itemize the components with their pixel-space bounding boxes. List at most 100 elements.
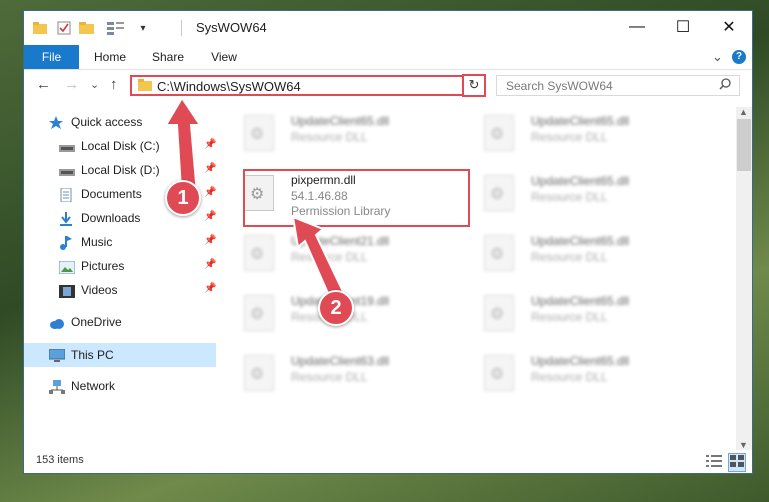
scroll-down-icon[interactable]: ▼: [739, 440, 748, 450]
explorer-window: ▾ SysWOW64 — ☐ ✕ File Home Share View ⌄ …: [24, 11, 752, 473]
dll-file-icon: [244, 295, 274, 331]
file-description: Resource DLL: [531, 370, 608, 384]
sidebar-item-network[interactable]: Network: [49, 375, 115, 397]
file-item[interactable]: UpdateClient65.dll Resource DLL: [220, 109, 450, 161]
file-name: UpdateClient65.dll: [531, 174, 630, 188]
downloads-icon: [59, 211, 75, 226]
file-description: Resource DLL: [291, 370, 368, 384]
forward-button[interactable]: →: [64, 76, 79, 93]
sidebar-item-pictures[interactable]: Pictures: [58, 255, 125, 277]
address-path[interactable]: C:\Windows\SysWOW64: [157, 79, 301, 94]
scroll-up-icon[interactable]: ▲: [739, 107, 748, 117]
up-button[interactable]: ↑: [110, 76, 118, 93]
sidebar-item-label: Downloads: [81, 211, 141, 225]
minimize-button[interactable]: —: [614, 11, 660, 43]
dll-file-icon: [484, 295, 514, 331]
maximize-button[interactable]: ☐: [660, 11, 706, 43]
title-separator: [181, 20, 182, 36]
dll-file-icon: [244, 355, 274, 391]
folder-icon: [33, 19, 47, 37]
file-description: Resource DLL: [531, 130, 608, 144]
sidebar-item-quick-access[interactable]: Quick access: [49, 111, 142, 133]
new-folder-icon[interactable]: [79, 19, 95, 37]
file-name: UpdateClient65.dll: [531, 294, 630, 308]
sidebar-item-local-disk-d[interactable]: Local Disk (D:): [59, 159, 160, 181]
sidebar-item-music[interactable]: Music: [59, 231, 112, 253]
file-description: Resource DLL: [531, 310, 608, 324]
item-count: 153 items: [36, 454, 84, 466]
search-icon[interactable]: [719, 78, 731, 93]
dll-file-icon: [244, 115, 274, 151]
sidebar-item-label: This PC: [71, 348, 114, 362]
drive-icon: [59, 163, 75, 177]
file-name: UpdateClient65.dll: [291, 114, 390, 128]
details-view-icon[interactable]: [706, 454, 722, 471]
dll-file-icon: [244, 235, 274, 271]
dll-file-icon: [484, 355, 514, 391]
file-item[interactable]: UpdateClient65.dll Resource DLL: [460, 169, 690, 221]
pin-icon: 📌: [204, 259, 217, 270]
scrollbar-thumb[interactable]: [737, 119, 751, 171]
dll-file-icon: [484, 175, 514, 211]
large-icons-view-icon[interactable]: [728, 453, 746, 472]
dll-file-icon: [484, 115, 514, 151]
tab-share[interactable]: Share: [142, 45, 194, 69]
search-box[interactable]: Search SysWOW64: [496, 75, 740, 96]
search-input[interactable]: Search SysWOW64: [506, 79, 613, 93]
sidebar-item-label: Documents: [81, 187, 142, 201]
help-icon[interactable]: ?: [732, 50, 746, 64]
drive-icon: [59, 139, 75, 153]
customize-toolbar-icon[interactable]: [107, 19, 125, 37]
sidebar-item-label: Pictures: [81, 259, 125, 273]
file-item[interactable]: UpdateClient65.dll Resource DLL: [460, 289, 690, 341]
tab-view[interactable]: View: [198, 45, 250, 69]
properties-icon[interactable]: [57, 19, 71, 37]
sidebar-item-this-pc[interactable]: This PC: [48, 344, 114, 366]
back-button[interactable]: ←: [36, 76, 51, 93]
file-item[interactable]: UpdateClient63.dll Resource DLL: [220, 349, 450, 401]
toolbar-dropdown-icon[interactable]: ▾: [138, 19, 148, 37]
sidebar-item-label: OneDrive: [71, 315, 122, 329]
pin-icon: 📌: [204, 283, 217, 294]
file-description: Resource DLL: [531, 190, 608, 204]
navigation-bar: ← → ⌄ ↑ C:\Windows\SysWOW64 ⌄ ↻ Search S…: [24, 70, 752, 100]
sidebar-item-label: Network: [71, 379, 116, 393]
sidebar-item-local-disk-c[interactable]: Local Disk (C:): [59, 135, 160, 157]
title-bar: ▾ SysWOW64 — ☐ ✕: [24, 11, 752, 45]
window-title: SysWOW64: [196, 20, 267, 35]
ribbon-expand-icon[interactable]: ⌄: [712, 49, 723, 65]
file-item[interactable]: UpdateClient65.dll Resource DLL: [460, 109, 690, 161]
sidebar-item-label: Quick access: [71, 115, 143, 129]
network-icon: [49, 379, 65, 394]
close-button[interactable]: ✕: [706, 11, 752, 43]
pictures-icon: [58, 259, 76, 275]
address-bar[interactable]: C:\Windows\SysWOW64 ⌄: [130, 75, 485, 96]
file-name: UpdateClient63.dll: [291, 354, 390, 368]
file-item[interactable]: UpdateClient65.dll Resource DLL: [460, 349, 690, 401]
sidebar-item-label: Music: [81, 235, 113, 249]
file-item[interactable]: UpdateClient65.dll Resource DLL: [460, 229, 690, 281]
file-name: UpdateClient65.dll: [531, 354, 630, 368]
computer-icon: [48, 348, 66, 362]
tab-file[interactable]: File: [24, 45, 79, 69]
music-icon: [59, 235, 75, 250]
file-name: UpdateClient65.dll: [531, 234, 630, 248]
sidebar-item-onedrive[interactable]: OneDrive: [49, 311, 122, 333]
star-icon: [49, 115, 65, 129]
callout-number-2: 2: [318, 290, 354, 326]
file-highlight-box: [243, 169, 470, 227]
sidebar-item-downloads[interactable]: Downloads: [59, 207, 140, 229]
recent-locations-button[interactable]: ⌄: [90, 78, 99, 91]
sidebar-item-documents[interactable]: Documents: [59, 183, 142, 205]
sidebar-item-videos[interactable]: Videos: [59, 279, 117, 301]
refresh-button[interactable]: ↻: [462, 74, 486, 97]
sidebar-item-label: Videos: [81, 283, 118, 297]
folder-icon: [138, 79, 152, 94]
sidebar-item-label: Local Disk (D:): [81, 163, 160, 177]
documents-icon: [59, 187, 75, 203]
file-description: Resource DLL: [291, 130, 368, 144]
file-description: Resource DLL: [531, 250, 608, 264]
tab-home[interactable]: Home: [84, 45, 136, 69]
pin-icon: 📌: [204, 211, 217, 222]
cloud-icon: [49, 315, 65, 329]
